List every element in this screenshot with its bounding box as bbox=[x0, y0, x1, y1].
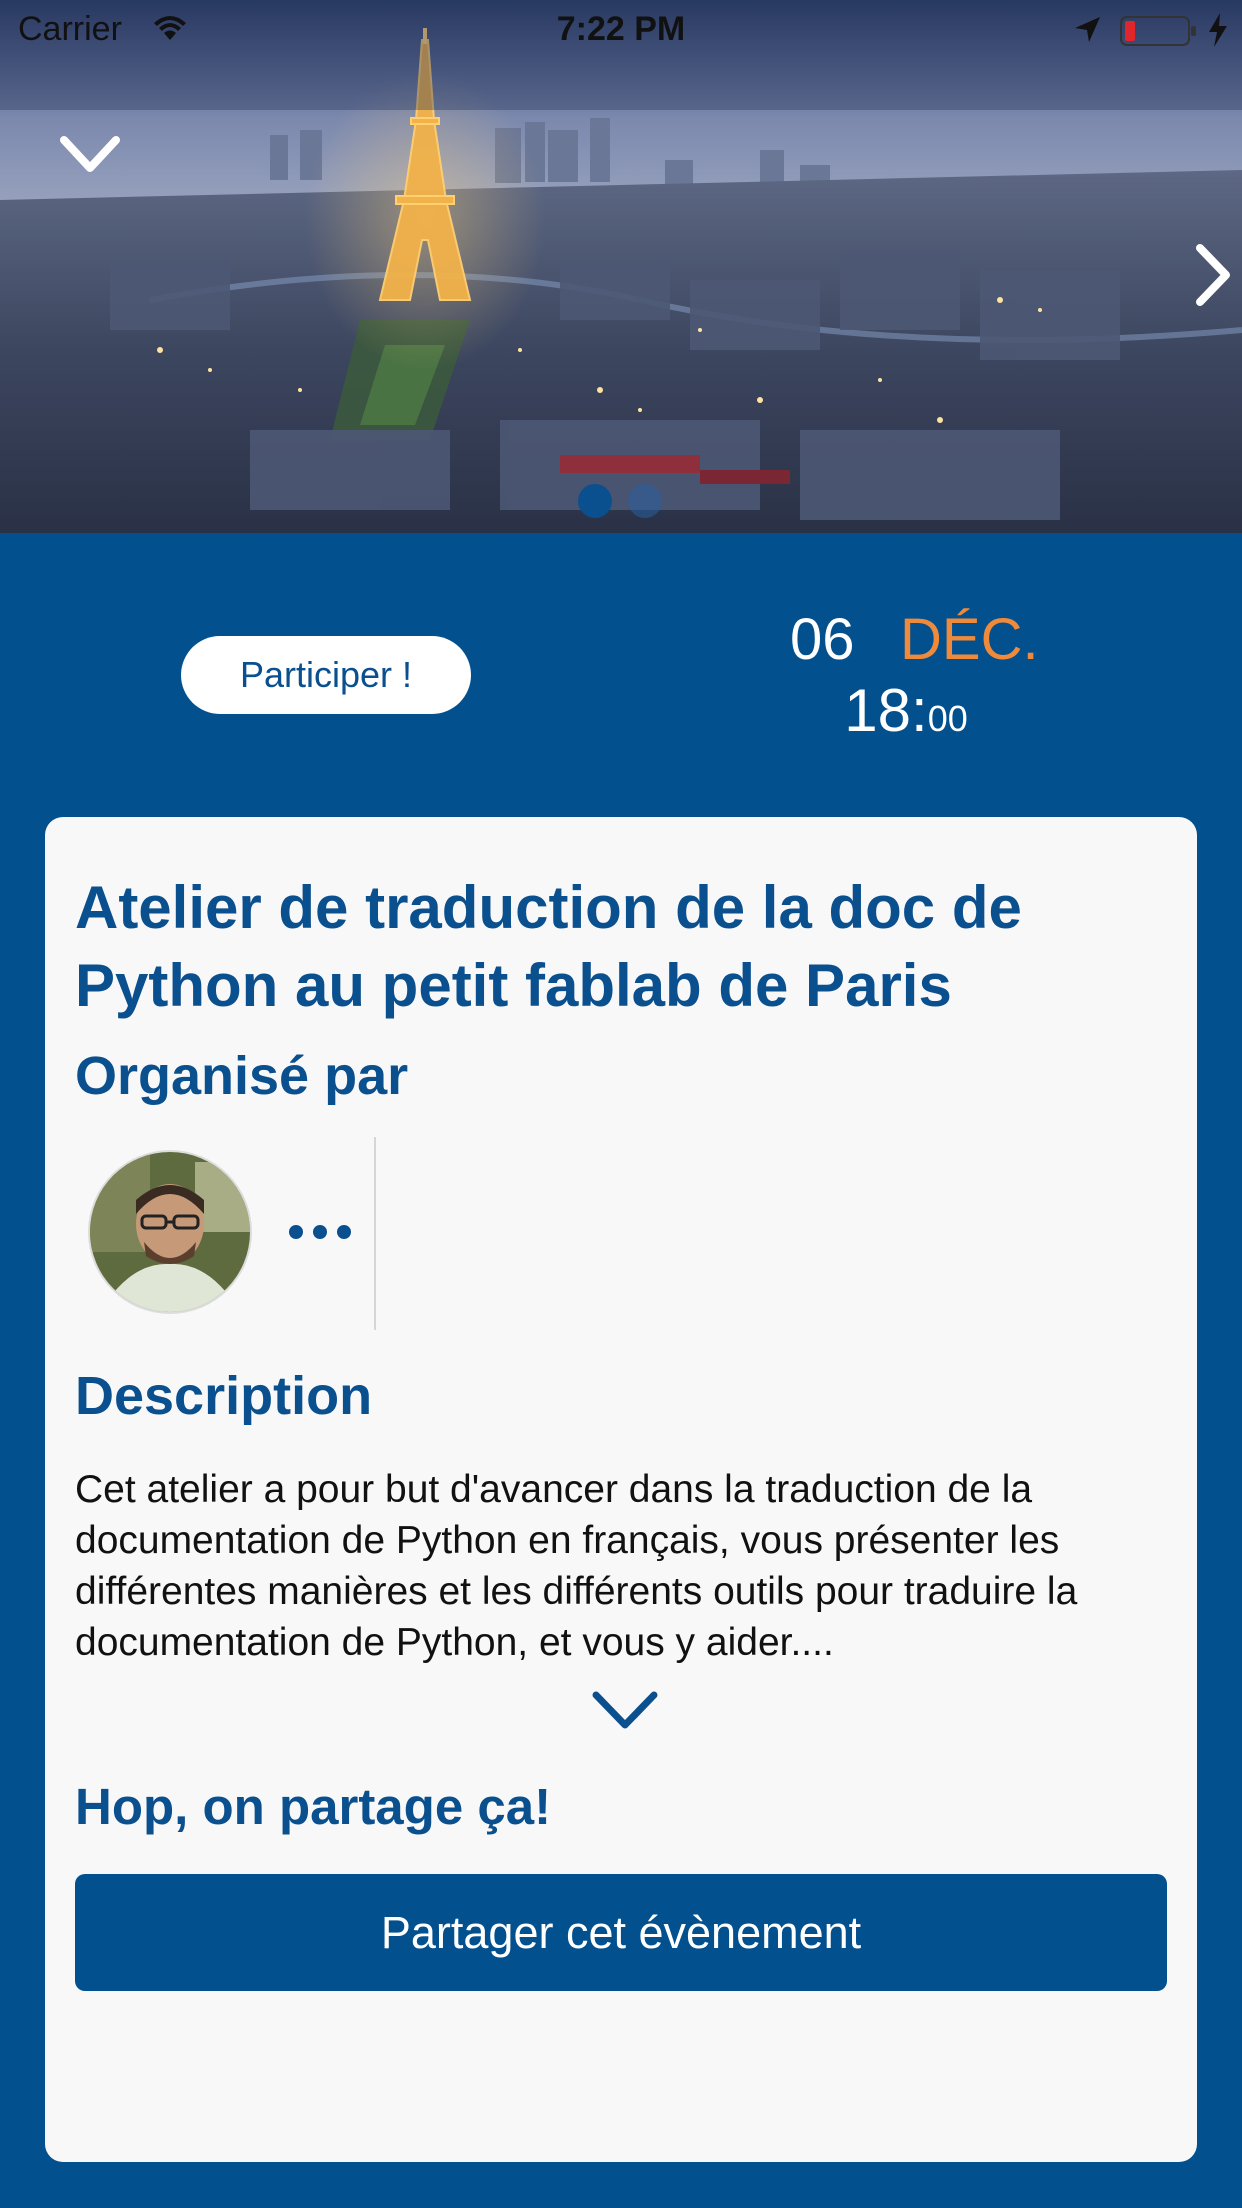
collapse-button[interactable] bbox=[58, 130, 122, 180]
chevron-down-icon bbox=[60, 136, 120, 172]
organizer-avatar[interactable] bbox=[90, 1152, 250, 1312]
chevron-right-icon bbox=[1196, 244, 1230, 306]
description-text: Cet atelier a pour but d'avancer dans la… bbox=[75, 1468, 1078, 1664]
charging-bolt-icon bbox=[1209, 13, 1227, 47]
description-heading: Description bbox=[75, 1366, 373, 1426]
event-time: 18:00 bbox=[0, 676, 1242, 745]
organizer-photo bbox=[90, 1152, 250, 1312]
share-heading: Hop, on partage ça! bbox=[75, 1778, 552, 1835]
page-dot[interactable] bbox=[628, 484, 662, 518]
next-image-button[interactable] bbox=[1188, 240, 1238, 310]
event-hero-image: Carrier 7:22 PM bbox=[0, 0, 1242, 533]
battery-icon bbox=[1120, 16, 1196, 46]
event-hour: 18: bbox=[844, 677, 928, 744]
event-day: 06 bbox=[790, 607, 855, 672]
status-bar: Carrier 7:22 PM bbox=[0, 0, 1242, 60]
expand-description-button[interactable] bbox=[590, 1685, 660, 1735]
event-minute: 00 bbox=[927, 698, 968, 739]
ellipsis-icon bbox=[289, 1225, 351, 1239]
share-event-button[interactable]: Partager cet évènement bbox=[75, 1874, 1167, 1991]
page-dot-active[interactable] bbox=[578, 484, 612, 518]
status-time: 7:22 PM bbox=[556, 10, 686, 48]
event-title: Atelier de traduction de la doc de Pytho… bbox=[75, 874, 1022, 1019]
paris-cityscape-image bbox=[0, 0, 1242, 533]
location-arrow-icon bbox=[1075, 17, 1100, 42]
event-month: DÉC. bbox=[900, 607, 1039, 672]
organizers-heading: Organisé par bbox=[75, 1046, 409, 1106]
chevron-down-icon bbox=[592, 1691, 658, 1729]
more-organizers-button[interactable] bbox=[280, 1212, 360, 1252]
divider bbox=[374, 1137, 376, 1330]
event-details-card: Atelier de traduction de la doc de Pytho… bbox=[45, 817, 1197, 2162]
